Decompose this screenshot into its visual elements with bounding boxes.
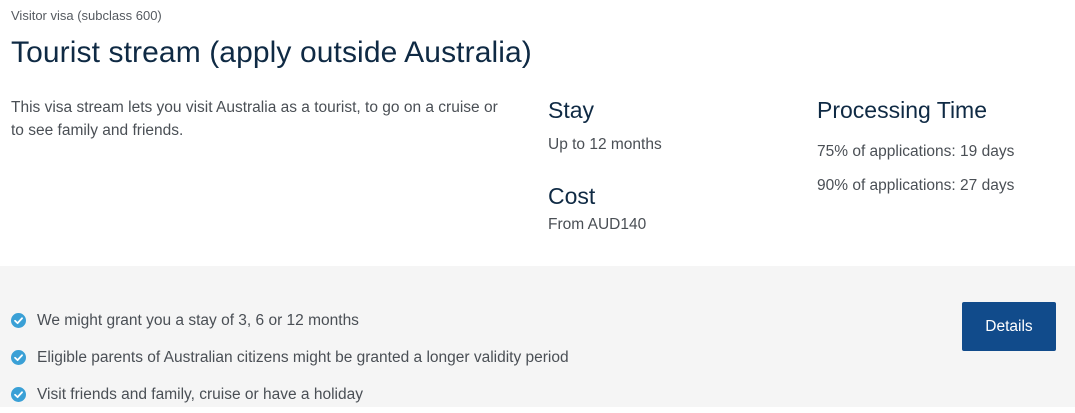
stay-heading: Stay (548, 97, 595, 123)
highlights-list: We might grant you a stay of 3, 6 or 12 … (11, 302, 569, 413)
check-circle-icon (11, 313, 26, 328)
check-circle-icon (11, 350, 26, 365)
stay-value: Up to 12 months (548, 136, 662, 153)
check-circle-icon (11, 387, 26, 402)
details-button[interactable]: Details (962, 302, 1056, 351)
visa-description: This visa stream lets you visit Australi… (11, 99, 498, 139)
visa-summary: Visitor visa (subclass 600) Tourist stre… (0, 0, 1075, 266)
highlight-text: Visit friends and family, cruise or have… (37, 385, 363, 403)
visa-subclass: Visitor visa (subclass 600) (11, 8, 162, 23)
list-item: Eligible parents of Australian citizens … (11, 339, 569, 376)
processing-time-90: 90% of applications: 27 days (817, 177, 1015, 194)
cost-heading: Cost (548, 183, 596, 209)
page-title: Tourist stream (apply outside Australia) (11, 36, 532, 69)
processing-time-heading: Processing Time (817, 97, 988, 123)
highlight-text: We might grant you a stay of 3, 6 or 12 … (37, 311, 359, 329)
highlights-panel: We might grant you a stay of 3, 6 or 12 … (0, 266, 1075, 407)
processing-time-75: 75% of applications: 19 days (817, 143, 1015, 160)
cost-value: From AUD140 (548, 216, 647, 233)
highlight-text: Eligible parents of Australian citizens … (37, 348, 569, 366)
list-item: Visit friends and family, cruise or have… (11, 376, 569, 413)
list-item: We might grant you a stay of 3, 6 or 12 … (11, 302, 569, 339)
